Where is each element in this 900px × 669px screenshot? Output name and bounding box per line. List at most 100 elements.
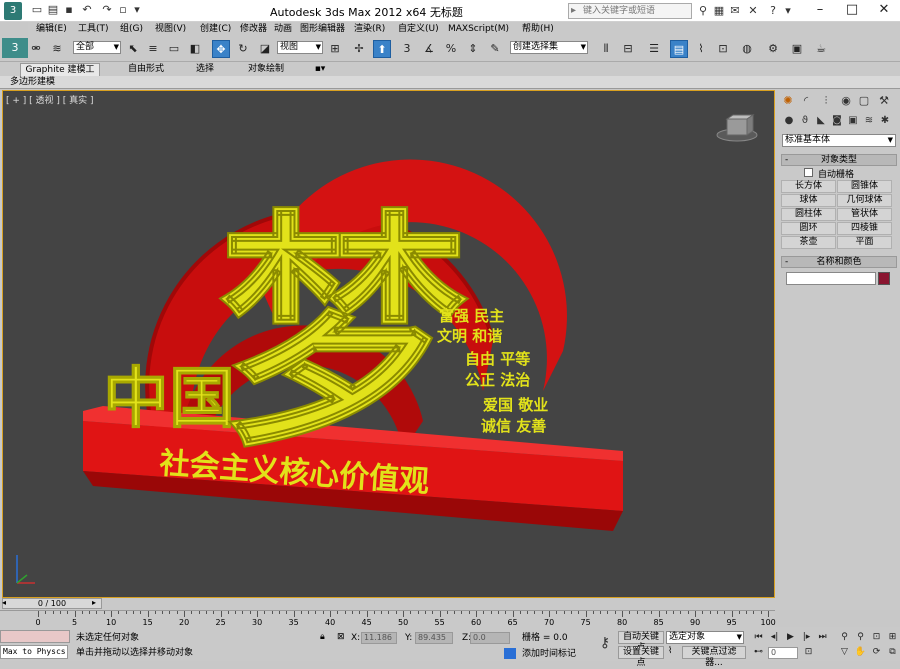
angle-snap-icon[interactable]: ∡ (420, 40, 438, 58)
key-mode-toggle-icon[interactable]: ⊷ (752, 646, 765, 659)
key-mode-dropdown[interactable]: 选定对象 ▼ (666, 631, 744, 644)
select-and-manipulate-icon[interactable]: ✢ (350, 40, 368, 58)
select-and-scale-icon[interactable]: ◪ (256, 40, 274, 58)
teapot-button[interactable]: 茶壶 (781, 236, 836, 249)
cameras-icon[interactable]: ◙ (830, 114, 844, 128)
material-editor-icon[interactable]: ◍ (738, 40, 756, 58)
polygon-modeling-label[interactable]: 多边形建模 (10, 76, 55, 89)
time-slider[interactable]: 0 / 100 ◂ ▸ (0, 598, 900, 610)
selection-filter-dropdown[interactable]: 全部 ▼ (73, 41, 121, 54)
lights-icon[interactable]: ◣ (814, 114, 828, 128)
plane-button[interactable]: 平面 (837, 236, 892, 249)
communication-icon[interactable]: ✉ (727, 3, 743, 19)
help-icon[interactable]: ? (765, 3, 781, 19)
sphere-button[interactable]: 球体 (781, 194, 836, 207)
mirror-icon[interactable]: ⫴ (597, 40, 615, 58)
utilities-tab-icon[interactable]: ⚒ (876, 93, 892, 109)
systems-icon[interactable]: ✱ (878, 114, 892, 128)
save-file-icon[interactable]: ▪ (62, 3, 76, 17)
close-button[interactable]: ✕ (864, 0, 900, 22)
lock-selection-icon[interactable]: 🔒︎ (320, 632, 325, 642)
autogrid-checkbox[interactable] (804, 168, 813, 177)
time-configuration-icon[interactable]: ⊡ (802, 646, 815, 659)
set-key-button[interactable]: 设置关键点 (618, 646, 664, 668)
graphite-modeling-tools-icon[interactable]: ▤ (670, 40, 688, 58)
name-and-color-rollout-header[interactable]: - 名称和颜色 (781, 256, 897, 268)
zoom-icon[interactable]: ⚲ (838, 631, 851, 644)
previous-frame-icon[interactable]: ◂ (2, 598, 6, 607)
cone-button[interactable]: 圆锥体 (837, 180, 892, 193)
orbit-icon[interactable]: ⟳ (870, 646, 883, 659)
zoom-extents-icon[interactable]: ⊡ (870, 631, 883, 644)
key-filters-button[interactable]: 关键点过滤器... (682, 646, 746, 668)
box-button[interactable]: 长方体 (781, 180, 836, 193)
go-to-end-icon[interactable]: ⏭ (816, 631, 829, 644)
select-and-rotate-icon[interactable]: ↻ (234, 40, 252, 58)
x-coordinate-field[interactable]: 11.186 (361, 632, 397, 644)
pyramid-button[interactable]: 四棱锥 (837, 222, 892, 235)
track-bar[interactable]: 0 5 10 15 20 25 30 35 40 45 50 55 60 65 70 75 80 85 90 95 10… (0, 610, 776, 627)
z-coordinate-field[interactable]: 0.0 (470, 632, 510, 644)
zoom-all-icon[interactable]: ⚲ (854, 631, 867, 644)
maxscript-listener-output[interactable] (0, 630, 70, 643)
menu-tools[interactable]: 工具(T) (78, 22, 109, 36)
space-warps-icon[interactable]: ≋ (862, 114, 876, 128)
motion-tab-icon[interactable]: ◉ (838, 93, 854, 109)
unlink-icon[interactable]: ⚮ (27, 40, 45, 58)
named-selection-sets-dropdown[interactable]: 创建选择集 ▼ (510, 41, 588, 54)
pivot-center-icon[interactable]: ⊞ (326, 40, 344, 58)
menu-graph-editors[interactable]: 图形编辑器 (300, 22, 345, 36)
render-production-icon[interactable]: ☕ (812, 40, 830, 58)
menu-customize[interactable]: 自定义(U) (398, 22, 439, 36)
bind-space-warp-icon[interactable]: ≋ (48, 40, 66, 58)
rendered-frame-window-icon[interactable]: ▣ (788, 40, 806, 58)
schematic-view-icon[interactable]: ⊡ (714, 40, 732, 58)
geosphere-button[interactable]: 几何球体 (837, 194, 892, 207)
menu-edit[interactable]: 编辑(E) (36, 22, 67, 36)
window-crossing-icon[interactable]: ◧ (186, 40, 204, 58)
undo-icon[interactable]: ↶ (80, 3, 94, 17)
create-tab-icon[interactable]: ✺ (780, 93, 796, 109)
rectangular-selection-icon[interactable]: ▭ (165, 40, 183, 58)
menu-maxscript[interactable]: MAXScript(M) (448, 22, 509, 36)
ribbon-options-icon[interactable]: ▪▾ (310, 63, 330, 76)
application-menu-icon[interactable]: 3 (2, 38, 28, 58)
menu-create[interactable]: 创建(C) (200, 22, 231, 36)
tube-button[interactable]: 管状体 (837, 208, 892, 221)
add-time-tag[interactable]: 添加时间标记 (522, 648, 576, 660)
select-object-icon[interactable]: ⬉ (124, 40, 142, 58)
new-file-icon[interactable]: ▭ (30, 3, 44, 17)
keyboard-shortcut-override-icon[interactable]: ⬆ (373, 40, 391, 58)
binoculars-icon[interactable]: ⚲ (695, 3, 711, 19)
maxscript-mini-listener[interactable]: Max to Physcs ( (0, 645, 68, 659)
object-category-dropdown[interactable]: 标准基本体 ▼ (782, 134, 896, 147)
app-logo-icon[interactable]: 3 (4, 2, 22, 20)
tab-freeform[interactable]: 自由形式 (118, 63, 174, 76)
tab-selection[interactable]: 选择 (186, 63, 224, 76)
tab-object-paint[interactable]: 对象绘制 (240, 63, 292, 76)
select-by-name-icon[interactable]: ≡ (144, 40, 162, 58)
time-slider-handle[interactable]: 0 / 100 (2, 598, 102, 609)
render-setup-icon[interactable]: ⚙ (764, 40, 782, 58)
time-tag-icon[interactable] (504, 648, 516, 659)
subscription-icon[interactable]: ▦ (711, 3, 727, 19)
menu-animation[interactable]: 动画 (274, 22, 292, 36)
play-icon[interactable]: ▶ (784, 631, 797, 644)
zoom-extents-all-icon[interactable]: ⊞ (886, 631, 899, 644)
menu-views[interactable]: 视图(V) (155, 22, 186, 36)
auto-key-button[interactable]: 自动关键点 (618, 631, 664, 653)
layer-manager-icon[interactable]: ☰ (645, 40, 663, 58)
reference-coordinate-dropdown[interactable]: 视图 ▼ (277, 41, 323, 54)
absolute-mode-icon[interactable]: ⊠ (337, 632, 345, 642)
object-name-input[interactable] (786, 272, 876, 285)
menu-rendering[interactable]: 渲染(R) (354, 22, 385, 36)
redo-icon[interactable]: ↷ (100, 3, 114, 17)
go-to-start-icon[interactable]: ⏮ (752, 631, 765, 644)
display-tab-icon[interactable]: ▢ (856, 93, 872, 109)
cylinder-button[interactable]: 圆柱体 (781, 208, 836, 221)
modify-tab-icon[interactable]: ◜ (798, 93, 814, 109)
field-of-view-icon[interactable]: ▽ (838, 646, 851, 659)
menu-help[interactable]: 帮助(H) (522, 22, 554, 36)
open-file-icon[interactable]: ▤ (46, 3, 60, 17)
perspective-viewport[interactable]: [ + ] [ 透视 ] [ 真实 ] 中国 梦 富强 民主 文明 和谐 自由 … (2, 90, 775, 598)
